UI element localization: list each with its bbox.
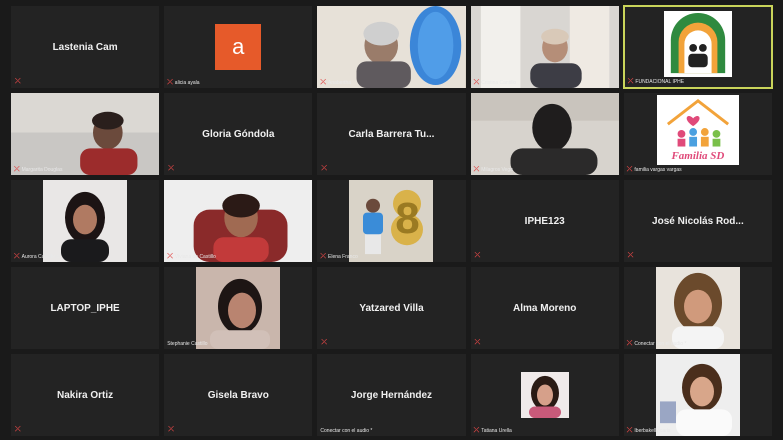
mic-muted-icon: ⤫ <box>15 78 21 85</box>
participant-video <box>196 267 281 349</box>
mic-muted-icon: ⤫ <box>14 166 20 173</box>
participant-video <box>470 6 619 88</box>
mic-muted-icon: ⤫ <box>626 340 633 347</box>
participant-video <box>317 6 466 88</box>
mic-muted-icon: ⤫ <box>321 165 327 172</box>
mic-muted-icon: ⤫ <box>168 426 174 433</box>
participant-video <box>520 372 569 418</box>
participant-name: José Nicolás Rod... <box>652 215 744 227</box>
participant-tile[interactable]: Alma Moreno ⤫ <box>469 266 620 350</box>
participant-caption: Cristina Cantillo <box>481 80 517 86</box>
avatar: a <box>215 24 262 70</box>
participant-caption: Anabertha <box>328 80 352 86</box>
participant-name: Gisela Bravo <box>207 389 269 401</box>
mic-muted-icon: ⤫ <box>473 166 480 173</box>
participant-name: IPHE123 <box>524 215 565 227</box>
participant-tile[interactable]: ⤫ Tatiana Urella <box>469 353 620 437</box>
participant-tile[interactable]: Familia SD ⤫ familia vargas vargas <box>622 92 773 176</box>
participant-tile[interactable]: Stephanie Castillo <box>163 266 314 350</box>
participant-video <box>470 93 619 175</box>
participant-name: Gloria Góndola <box>202 128 275 140</box>
participant-tile[interactable]: ⤫ Cristina Cantillo <box>469 5 620 89</box>
participant-tile[interactable]: Gloria Góndola ⤫ <box>163 92 314 176</box>
mic-muted-icon: ⤫ <box>626 427 633 434</box>
participant-video <box>655 267 740 349</box>
logo-text: Familia SD <box>671 150 725 162</box>
participant-caption: Aurora Caballero <box>21 254 60 260</box>
participant-tile[interactable]: ⤫ Conectar con el audio * <box>622 266 773 350</box>
participant-video: 8 <box>349 180 434 262</box>
mic-muted-icon: ⤫ <box>627 252 634 259</box>
participant-caption: Stephanie Castillo <box>167 341 208 347</box>
participant-tile[interactable]: ⤫ Viviana de Castillo <box>163 179 314 263</box>
participant-tile[interactable]: ⤫ Margarita Douglas <box>10 92 161 176</box>
participant-tile[interactable]: Jorge Hernández Conectar con el audio * <box>316 353 467 437</box>
participant-name: Carla Barrera Tu... <box>348 128 435 140</box>
mic-muted-icon: ⤫ <box>14 253 20 260</box>
participant-caption: Milagros Vega <box>481 167 513 173</box>
participant-video <box>164 180 313 262</box>
participant-tile[interactable]: ⤫ Anabertha <box>316 5 467 89</box>
balloon-number: 8 <box>395 194 420 243</box>
participant-caption: alicia ayala <box>174 80 200 86</box>
participant-caption: Iberbakelly caris <box>634 428 671 434</box>
participant-caption: Viviana de Castillo <box>174 254 216 260</box>
participant-tile[interactable]: a ⤫ alicia ayala <box>163 5 314 89</box>
participant-caption: Margarita Douglas <box>21 167 63 173</box>
participant-tile[interactable]: IPHE123 ⤫ <box>469 179 620 263</box>
mic-muted-icon: ⤫ <box>320 79 326 86</box>
mic-muted-icon: ⤫ <box>474 252 481 259</box>
mic-muted-icon: ⤫ <box>474 339 481 346</box>
participant-name: Alma Moreno <box>513 302 577 314</box>
participant-tile[interactable]: LAPTOP_IPHE <box>10 266 161 350</box>
participant-tile-active-speaker[interactable]: ⤫ FUNDACIONAL IPHE <box>622 5 773 89</box>
participant-tile[interactable]: ⤫ Aurora Caballero <box>10 179 161 263</box>
mic-muted-icon: ⤫ <box>473 427 480 434</box>
participant-name: LAPTOP_IPHE <box>50 302 120 314</box>
participant-tile[interactable]: ⤫ Iberbakelly caris <box>622 353 773 437</box>
organization-logo: Familia SD <box>656 95 739 165</box>
mic-muted-icon: ⤫ <box>320 253 326 260</box>
participant-tile[interactable]: Lastenia Cam ⤫ <box>10 5 161 89</box>
participant-tile[interactable]: José Nicolás Rod... ⤫ <box>622 179 773 263</box>
mic-muted-icon: ⤫ <box>321 339 327 346</box>
mic-muted-icon: ⤫ <box>167 253 173 260</box>
participant-caption: Tatiana Urella <box>481 428 512 434</box>
participant-tile[interactable]: Gisela Bravo ⤫ <box>163 353 314 437</box>
participant-name: Jorge Hernández <box>350 389 433 401</box>
participant-tile[interactable]: Yatzared Villa ⤫ <box>316 266 467 350</box>
mic-muted-icon: ⤫ <box>627 78 634 85</box>
participant-tile[interactable]: ⤫ Milagros Vega <box>469 92 620 176</box>
mic-muted-icon: ⤫ <box>167 79 173 86</box>
mic-muted-icon: ⤫ <box>473 79 480 86</box>
organization-logo <box>663 11 732 77</box>
participant-tile[interactable]: 8 ⤫ Elena Franco <box>316 179 467 263</box>
participant-caption: Conectar con el audio * <box>634 341 687 347</box>
participant-caption: familia vargas vargas <box>634 167 682 173</box>
participant-tile[interactable]: Nakira Ortiz ⤫ <box>10 353 161 437</box>
participant-video <box>655 354 740 436</box>
participant-name: Yatzared Villa <box>359 302 424 314</box>
participant-caption: Elena Franco <box>328 254 358 260</box>
mic-muted-icon: ⤫ <box>626 166 633 173</box>
participant-name: Nakira Ortiz <box>57 389 114 401</box>
participant-video <box>11 93 160 175</box>
mic-muted-icon: ⤫ <box>15 426 21 433</box>
participant-video <box>43 180 128 262</box>
video-gallery-grid: Lastenia Cam ⤫ a ⤫ alicia ayala ⤫ Anaberth… <box>10 5 773 437</box>
mic-muted-icon: ⤫ <box>168 165 174 172</box>
participant-caption: Conectar con el audio * <box>320 428 373 434</box>
participant-caption: FUNDACIONAL IPHE <box>635 79 685 85</box>
participant-name: Lastenia Cam <box>52 41 118 53</box>
participant-tile[interactable]: Carla Barrera Tu... ⤫ <box>316 92 467 176</box>
